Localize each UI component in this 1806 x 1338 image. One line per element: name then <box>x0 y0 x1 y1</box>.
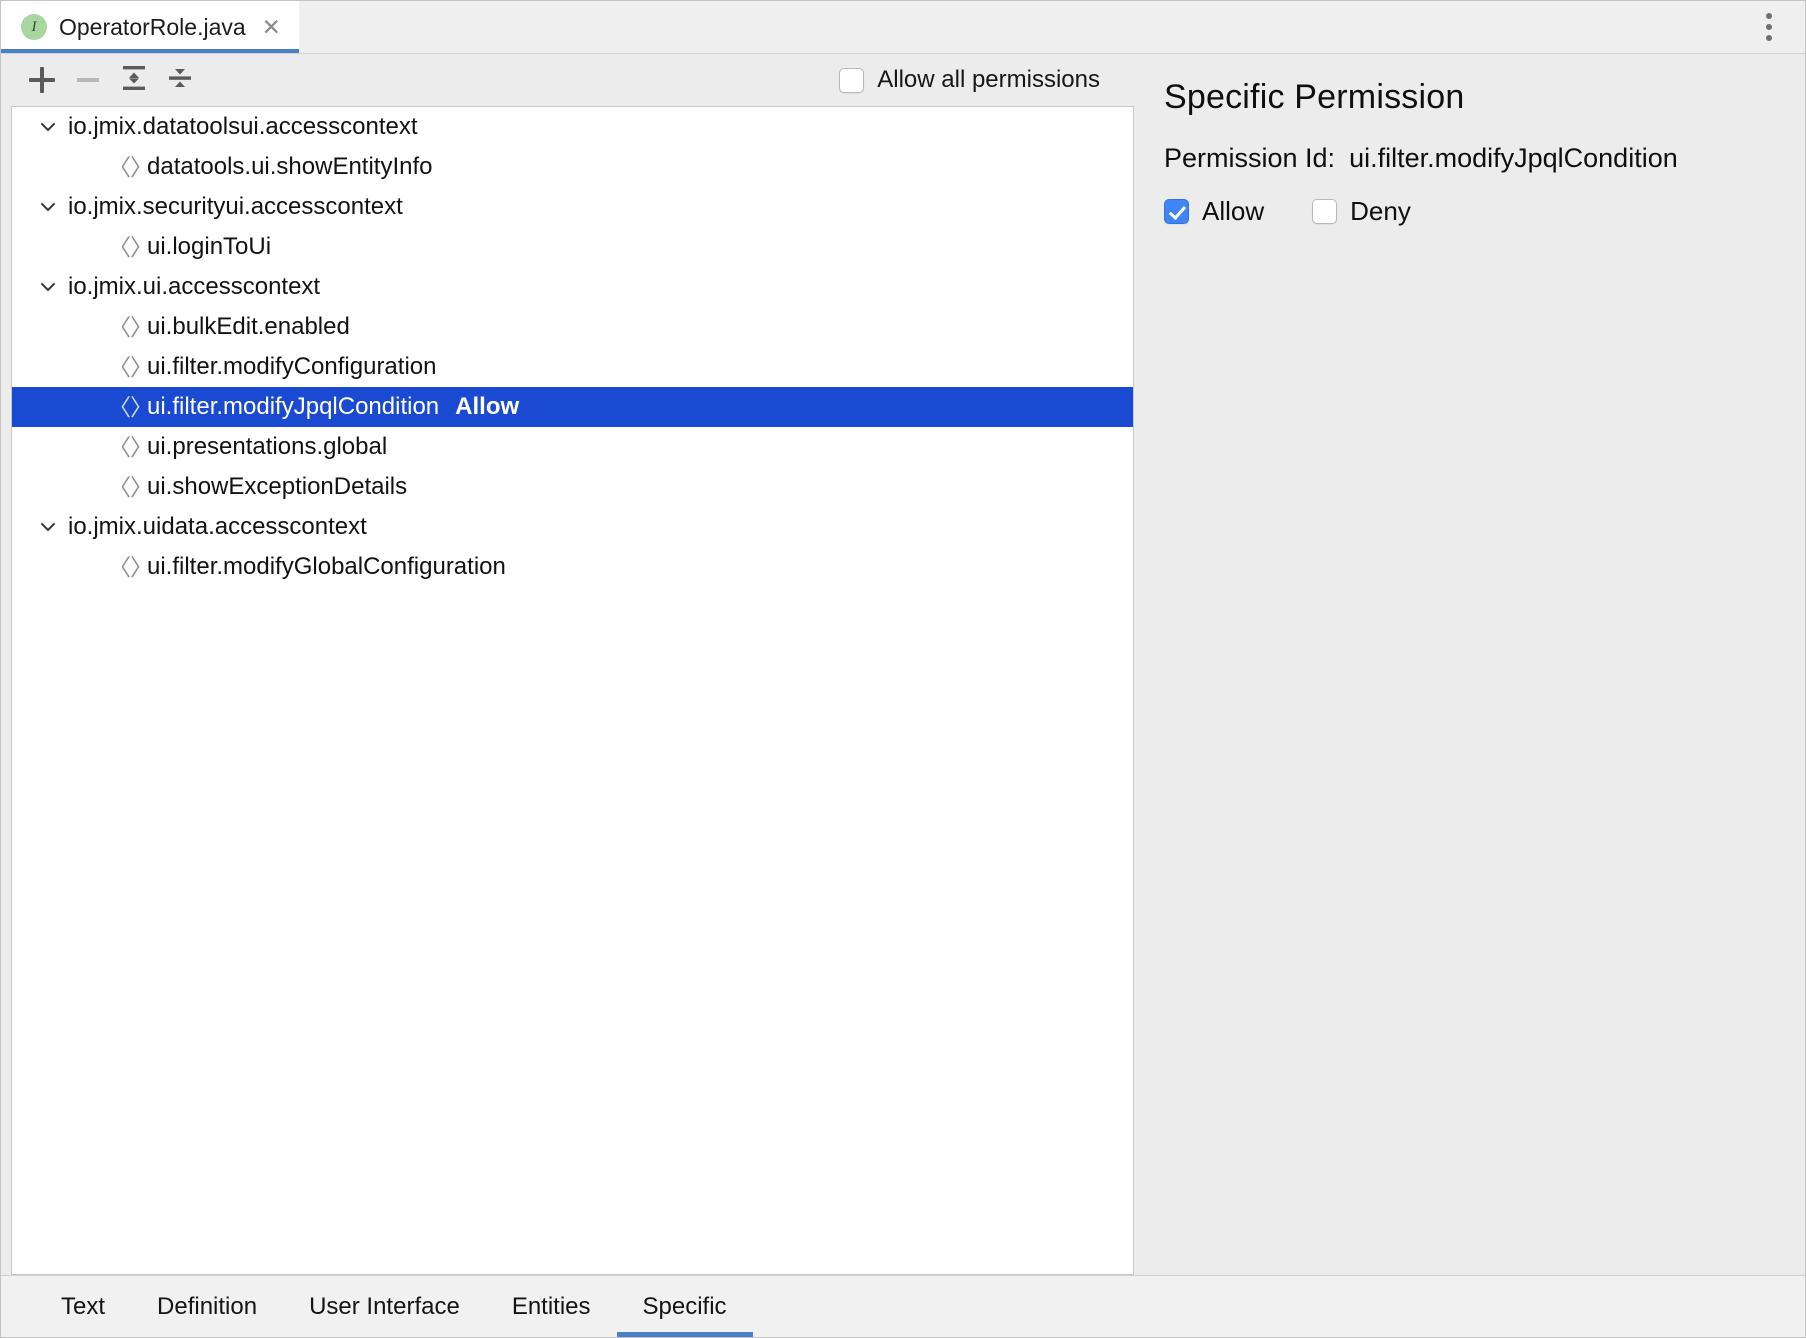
permission-diamond-icon: 〈〉 <box>108 313 153 340</box>
editor-window: I OperatorRole.java ✕ Allow all permissi… <box>0 0 1806 1338</box>
allow-all-permissions-control[interactable]: Allow all permissions <box>839 66 1122 94</box>
expand-all-button[interactable] <box>111 60 157 100</box>
permission-diamond-icon: 〈〉 <box>108 233 153 260</box>
main-split: Allow all permissions io.jmix.datatoolsu… <box>1 54 1805 1275</box>
expand-all-icon <box>119 63 149 98</box>
permission-diamond-icon: 〈〉 <box>108 353 153 380</box>
tree-leaf-state-badge: Allow <box>455 393 520 420</box>
tree-leaf-label: ui.filter.modifyJpqlCondition <box>147 393 440 420</box>
permission-diamond-icon: 〈〉 <box>108 473 153 500</box>
allow-label: Allow <box>1202 196 1265 226</box>
tab-strip-filler <box>299 1 1747 53</box>
chevron-down-icon[interactable] <box>34 513 62 541</box>
bottom-tab-bar: Text Definition User Interface Entities … <box>1 1275 1805 1337</box>
java-interface-icon: I <box>21 14 47 40</box>
allow-checkbox[interactable] <box>1164 199 1189 224</box>
tab-text[interactable]: Text <box>35 1276 131 1337</box>
deny-label: Deny <box>1350 196 1411 226</box>
tree-leaf-row[interactable]: 〈〉 ui.presentations.global <box>12 427 1133 467</box>
tree-leaf-row[interactable]: 〈〉 datatools.ui.showEntityInfo <box>12 147 1133 187</box>
tree-group-label: io.jmix.uidata.accesscontext <box>68 513 367 540</box>
tab-definition[interactable]: Definition <box>131 1276 283 1337</box>
editor-tab-label: OperatorRole.java <box>59 13 246 40</box>
chevron-down-icon[interactable] <box>34 273 62 301</box>
allow-all-permissions-checkbox[interactable] <box>839 67 865 93</box>
tree-leaf-row[interactable]: 〈〉 ui.loginToUi <box>12 227 1133 267</box>
permission-id-row: Permission Id: ui.filter.modifyJpqlCondi… <box>1164 143 1805 174</box>
tree-group-label: io.jmix.datatoolsui.accesscontext <box>68 113 418 140</box>
allow-all-permissions-label: Allow all permissions <box>877 66 1100 93</box>
permissions-tree[interactable]: io.jmix.datatoolsui.accesscontext 〈〉 dat… <box>11 106 1134 1275</box>
tree-leaf-row[interactable]: 〈〉 ui.filter.modifyGlobalConfiguration <box>12 547 1133 587</box>
tree-leaf-row[interactable]: 〈〉 ui.bulkEdit.enabled <box>12 307 1133 347</box>
tree-leaf-label: ui.showExceptionDetails <box>147 473 408 500</box>
collapse-all-button[interactable] <box>157 60 203 100</box>
collapse-all-icon <box>165 63 195 98</box>
tree-leaf-row[interactable]: 〈〉 ui.showExceptionDetails <box>12 467 1133 507</box>
chevron-down-icon[interactable] <box>34 113 62 141</box>
tree-leaf-label: datatools.ui.showEntityInfo <box>147 153 433 180</box>
chevron-down-icon[interactable] <box>34 193 62 221</box>
tree-leaf-label: ui.loginToUi <box>147 233 272 260</box>
permission-diamond-icon: 〈〉 <box>108 553 153 580</box>
tree-leaf-label: ui.bulkEdit.enabled <box>147 313 350 340</box>
tree-group-row[interactable]: io.jmix.ui.accesscontext <box>12 267 1133 307</box>
minus-icon <box>75 67 101 93</box>
tree-group-label: io.jmix.ui.accesscontext <box>68 273 321 300</box>
tree-leaf-label: ui.filter.modifyConfiguration <box>147 353 437 380</box>
tree-group-row[interactable]: io.jmix.uidata.accesscontext <box>12 507 1133 547</box>
close-icon[interactable]: ✕ <box>258 15 281 39</box>
plus-icon <box>29 67 55 93</box>
tree-group-row[interactable]: io.jmix.datatoolsui.accesscontext <box>12 107 1133 147</box>
tab-user-interface[interactable]: User Interface <box>283 1276 486 1337</box>
tree-group-label: io.jmix.securityui.accesscontext <box>68 193 403 220</box>
allow-deny-row: Allow Deny <box>1164 196 1805 227</box>
tree-leaf-row-selected[interactable]: 〈〉 ui.filter.modifyJpqlCondition Allow <box>12 387 1133 427</box>
editor-tab-operatorrole[interactable]: I OperatorRole.java ✕ <box>1 1 299 53</box>
permission-id-label: Permission Id: <box>1164 143 1336 173</box>
permission-detail-pane: Specific Permission Permission Id: ui.fi… <box>1134 54 1805 1275</box>
tree-leaf-label: ui.presentations.global <box>147 433 388 460</box>
tab-entities[interactable]: Entities <box>486 1276 617 1337</box>
permissions-toolbar: Allow all permissions <box>1 54 1134 106</box>
editor-tab-strip: I OperatorRole.java ✕ <box>1 1 1805 54</box>
permission-diamond-icon: 〈〉 <box>108 153 153 180</box>
tree-group-row[interactable]: io.jmix.securityui.accesscontext <box>12 187 1133 227</box>
add-permission-button[interactable] <box>19 60 65 100</box>
remove-permission-button[interactable] <box>65 60 111 100</box>
tree-leaf-label: ui.filter.modifyGlobalConfiguration <box>147 553 506 580</box>
page-title: Specific Permission <box>1164 78 1465 116</box>
deny-checkbox[interactable] <box>1312 199 1338 224</box>
permissions-pane: Allow all permissions io.jmix.datatoolsu… <box>1 54 1134 1275</box>
permission-id-value: ui.filter.modifyJpqlCondition <box>1349 143 1678 173</box>
permission-diamond-icon: 〈〉 <box>108 393 153 420</box>
tree-leaf-row[interactable]: 〈〉 ui.filter.modifyConfiguration <box>12 347 1133 387</box>
more-vertical-icon[interactable] <box>1747 1 1791 53</box>
tab-specific[interactable]: Specific <box>616 1276 753 1337</box>
permission-diamond-icon: 〈〉 <box>108 433 153 460</box>
